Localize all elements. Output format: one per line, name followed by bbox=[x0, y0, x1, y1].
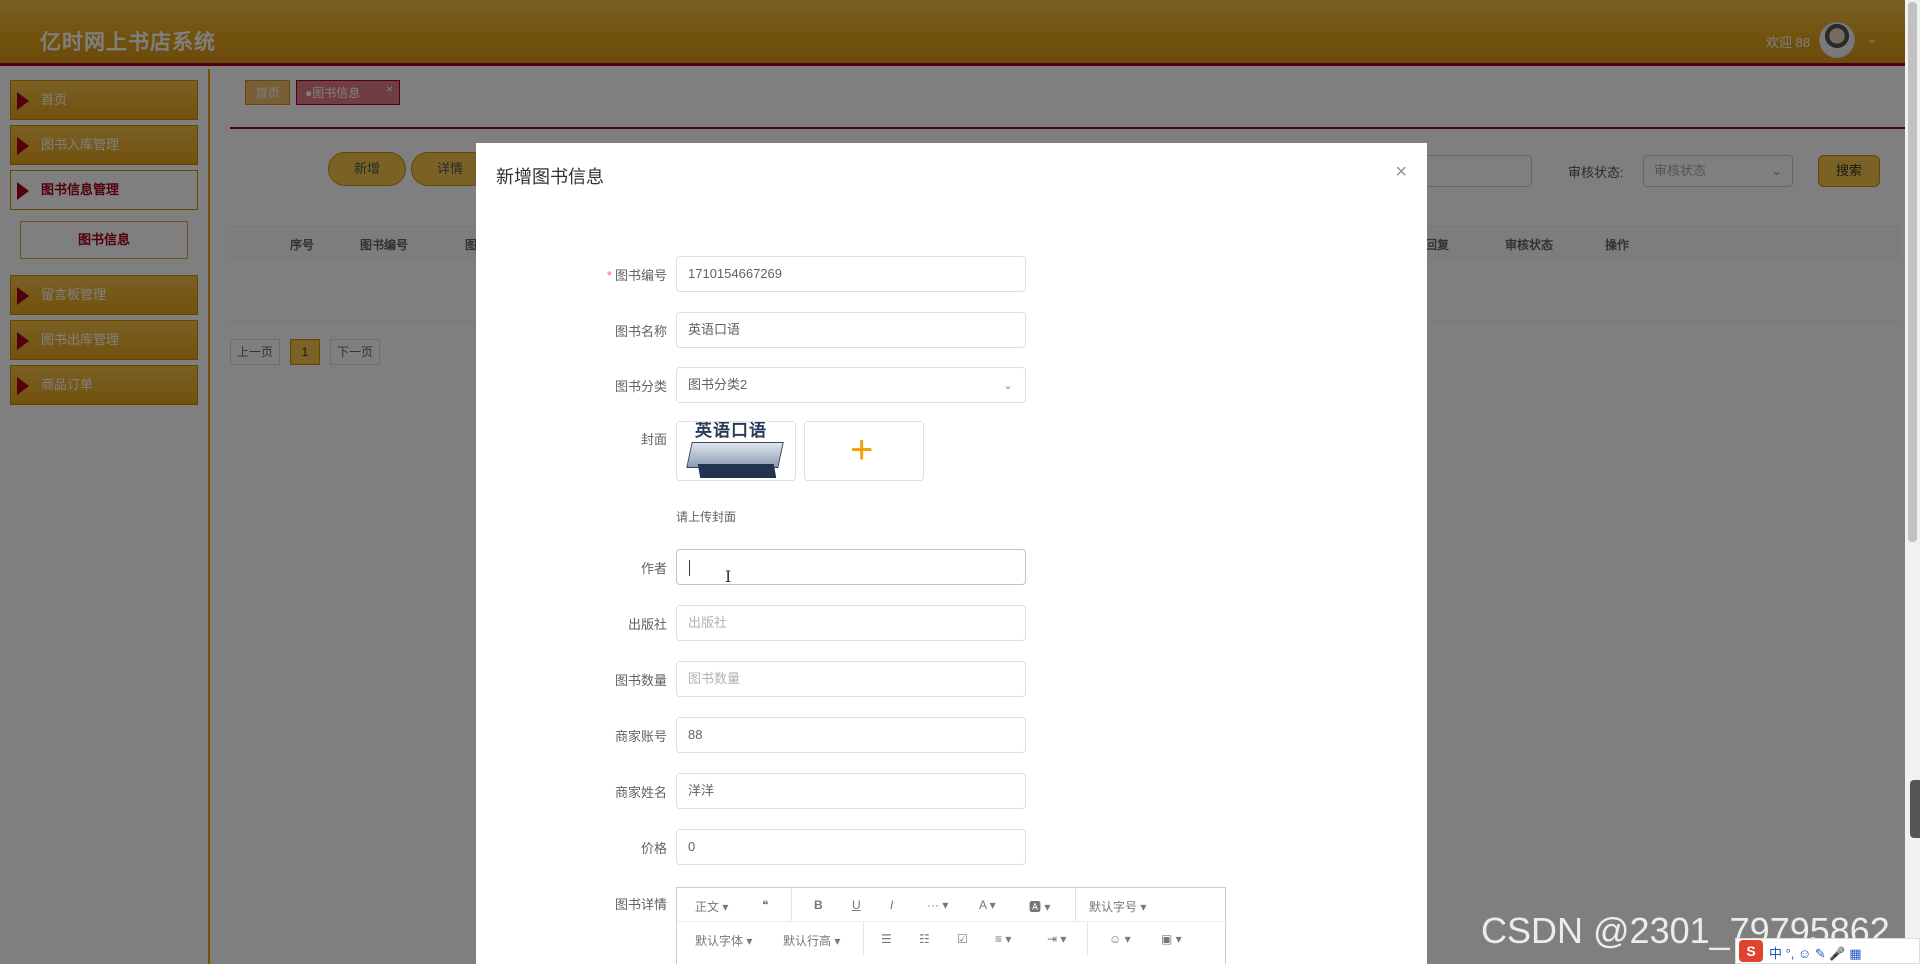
field-label: 图书名称 bbox=[614, 324, 667, 339]
divider bbox=[1087, 922, 1088, 956]
merchant-name-field[interactable]: 洋洋 bbox=[676, 773, 1026, 809]
align-icon[interactable]: ≡ ▾ bbox=[995, 932, 1011, 946]
side-handle[interactable] bbox=[1910, 780, 1920, 838]
text-cursor bbox=[689, 560, 690, 576]
add-book-dialog: 新增图书信息 × * 图书编号 1710154667269 图书名称 英语口语 图… bbox=[476, 143, 1427, 964]
cover-image[interactable]: 英语口语 bbox=[676, 421, 796, 481]
author-field[interactable]: I bbox=[676, 549, 1026, 586]
upload-cover-button[interactable]: + bbox=[804, 421, 924, 481]
editor-toolbar-row: 正文 ▾ ❝ B U I ··· ▾ A ▾ 🅰 ▾ 默认字号 ▾ bbox=[677, 888, 1227, 922]
scrollbar-thumb[interactable] bbox=[1908, 2, 1917, 542]
ime-logo-icon: S bbox=[1739, 940, 1763, 962]
form-row-quantity: 图书数量 图书数量 bbox=[476, 659, 1427, 699]
form-row-merchant-name: 商家姓名 洋洋 bbox=[476, 771, 1427, 811]
book-no-field[interactable]: 1710154667269 bbox=[676, 256, 1026, 292]
form-row-book-no: * 图书编号 1710154667269 bbox=[476, 254, 1427, 294]
book-name-field[interactable]: 英语口语 bbox=[676, 312, 1026, 348]
form-row-author: 作者 I bbox=[476, 547, 1427, 587]
plus-icon: + bbox=[850, 428, 874, 472]
editor-toolbar-row: 默认字体 ▾ 默认行高 ▾ ☰ ☷ ☑ ≡ ▾ ⇥ ▾ ☺ ▾ ▣ ▾ bbox=[677, 922, 1227, 956]
ibeam-cursor-icon: I bbox=[725, 567, 732, 586]
more-icon[interactable]: ··· ▾ bbox=[927, 898, 948, 912]
publisher-field[interactable]: 出版社 bbox=[676, 605, 1026, 641]
chevron-down-icon: ⌄ bbox=[1002, 378, 1013, 392]
field-label: * 图书编号 bbox=[606, 268, 667, 283]
field-label: 图书数量 bbox=[614, 673, 667, 688]
quote-icon[interactable]: ❝ bbox=[762, 898, 768, 912]
numbered-list-icon[interactable]: ☷ bbox=[919, 932, 930, 946]
bold-icon[interactable]: B bbox=[814, 898, 823, 912]
underline-icon[interactable]: U bbox=[852, 898, 861, 912]
field-label: 作者 bbox=[640, 561, 667, 576]
image-icon[interactable]: ▣ ▾ bbox=[1161, 932, 1182, 946]
paragraph-select[interactable]: 正文 ▾ bbox=[695, 898, 728, 915]
close-icon[interactable]: × bbox=[1395, 161, 1407, 184]
font-size-select[interactable]: 默认字号 ▾ bbox=[1089, 898, 1146, 915]
ime-toolbar[interactable]: S 中 °, ☺ ✎ 🎤 ▦ bbox=[1735, 938, 1920, 964]
field-label: 图书分类 bbox=[614, 379, 667, 394]
book-shape bbox=[697, 464, 777, 478]
line-height-select[interactable]: 默认行高 ▾ bbox=[783, 932, 840, 949]
cover-title: 英语口语 bbox=[695, 421, 767, 440]
field-label: 商家姓名 bbox=[614, 785, 667, 800]
field-label: 出版社 bbox=[627, 617, 667, 632]
category-select[interactable]: 图书分类2 ⌄ bbox=[676, 367, 1026, 403]
quantity-field[interactable]: 图书数量 bbox=[676, 661, 1026, 697]
divider bbox=[1075, 888, 1076, 922]
field-label: 图书详情 bbox=[614, 897, 667, 912]
form-row-cover: 封面 英语口语 + bbox=[476, 421, 1427, 483]
rich-text-editor[interactable]: 正文 ▾ ❝ B U I ··· ▾ A ▾ 🅰 ▾ 默认字号 ▾ 默认字体 ▾… bbox=[676, 887, 1227, 964]
merchant-account-field[interactable]: 88 bbox=[676, 717, 1026, 753]
indent-icon[interactable]: ⇥ ▾ bbox=[1047, 932, 1066, 946]
field-label: 封面 bbox=[640, 432, 667, 447]
emoji-icon[interactable]: ☺ ▾ bbox=[1109, 932, 1131, 946]
font-family-select[interactable]: 默认字体 ▾ bbox=[695, 932, 752, 949]
dialog-title: 新增图书信息 bbox=[496, 167, 604, 187]
form-row-merchant-account: 商家账号 88 bbox=[476, 715, 1427, 755]
price-field[interactable]: 0 bbox=[676, 829, 1026, 865]
ime-status[interactable]: 中 °, ☺ ✎ 🎤 ▦ bbox=[1769, 943, 1862, 962]
upload-tip: 请上传封面 bbox=[676, 510, 737, 524]
form-row-book-name: 图书名称 英语口语 bbox=[476, 310, 1427, 350]
italic-icon[interactable]: I bbox=[890, 898, 893, 912]
divider bbox=[791, 888, 792, 922]
bullet-list-icon[interactable]: ☰ bbox=[881, 932, 892, 946]
todo-icon[interactable]: ☑ bbox=[957, 932, 968, 946]
font-color-icon[interactable]: A ▾ bbox=[979, 898, 996, 912]
form-row-publisher: 出版社 出版社 bbox=[476, 603, 1427, 643]
field-label: 价格 bbox=[640, 841, 667, 856]
field-label: 商家账号 bbox=[614, 729, 667, 744]
background-color-icon[interactable]: 🅰 ▾ bbox=[1029, 898, 1050, 915]
divider bbox=[863, 922, 864, 956]
category-value: 图书分类2 bbox=[688, 377, 748, 392]
form-row-price: 价格 0 bbox=[476, 827, 1427, 867]
form-row-category: 图书分类 图书分类2 ⌄ bbox=[476, 365, 1427, 405]
